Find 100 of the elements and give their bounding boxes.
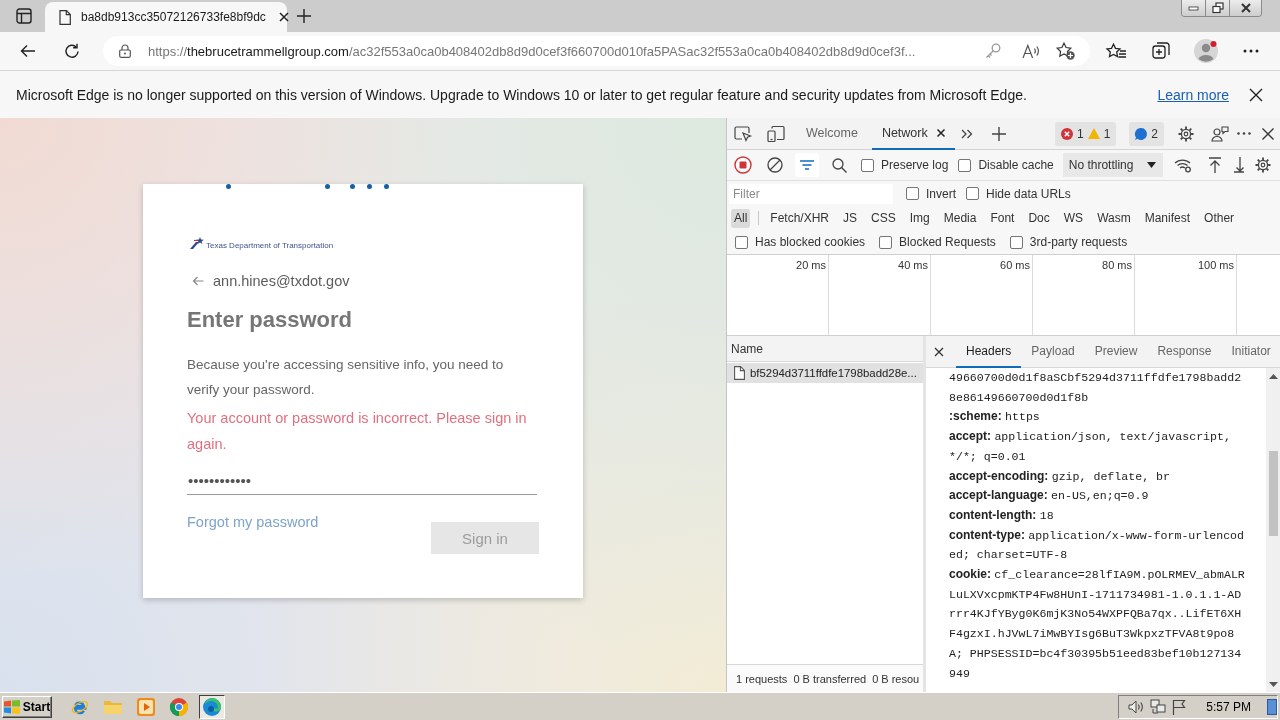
progress-dot-icon: [384, 184, 389, 189]
close-icon[interactable]: [1249, 87, 1263, 102]
windows-logo-icon: [3, 699, 20, 714]
checkbox[interactable]: [735, 235, 748, 249]
issue-counter-button[interactable]: 2: [1129, 121, 1164, 146]
checkbox-label: Blocked Requests: [899, 235, 996, 249]
upload-icon[interactable]: [1208, 157, 1223, 173]
issue-counter-button[interactable]: 1 1: [1054, 121, 1117, 146]
double-chevron-icon[interactable]: [960, 128, 973, 139]
caret-icon[interactable]: [1147, 162, 1157, 168]
type-filter-button[interactable]: Other: [1201, 208, 1238, 228]
inspect-icon[interactable]: [734, 125, 752, 142]
type-filter-button[interactable]: Wasm: [1094, 208, 1134, 228]
type-filter-button[interactable]: CSS: [868, 208, 899, 228]
checkbox-label: Invert: [926, 186, 956, 201]
checkbox-label: 3rd-party requests: [1029, 235, 1128, 249]
lock-icon[interactable]: [119, 44, 131, 58]
checkbox[interactable]: [966, 187, 979, 200]
filter-toggle-button[interactable]: [795, 153, 819, 177]
close-icon[interactable]: [1262, 127, 1274, 140]
unsupported-browser-message: Microsoft Edge is no longer supported on this version of Windows. Upgrade to Windows 10 or later to get regular feature and security updates from Microsoft Edge.: [16, 86, 1028, 103]
refresh-icon[interactable]: [64, 43, 80, 59]
timeline-tick-label: 20 ms: [796, 259, 826, 271]
checkbox[interactable]: [906, 187, 919, 200]
checkbox[interactable]: [861, 158, 874, 172]
close-icon[interactable]: [1240, 3, 1251, 13]
checkbox-label: Hide data URLs: [986, 186, 1071, 201]
favorites-star-icon[interactable]: [1106, 43, 1126, 59]
scroll-up-icon[interactable]: [1268, 374, 1278, 379]
type-filter-button[interactable]: JS: [840, 208, 861, 228]
plus-icon[interactable]: [991, 126, 1006, 141]
plus-icon[interactable]: [297, 9, 311, 23]
minimize-icon[interactable]: [1189, 6, 1198, 10]
back-arrow-icon[interactable]: [20, 44, 36, 58]
flag-icon[interactable]: [1172, 698, 1187, 715]
settings-icon[interactable]: [1178, 125, 1194, 142]
checkbox[interactable]: [1009, 235, 1023, 249]
type-filter-button[interactable]: WS: [1060, 208, 1087, 228]
checkbox[interactable]: [958, 158, 972, 172]
progress-dot-icon: [325, 184, 330, 189]
key-icon[interactable]: [985, 43, 1001, 59]
summary-text: 1 requests: [736, 672, 788, 685]
type-filter-button[interactable]: Doc: [1025, 208, 1053, 228]
warning-icon: [1087, 128, 1100, 139]
type-filter-button[interactable]: Font: [987, 208, 1018, 228]
start-button[interactable]: Start: [2, 695, 52, 718]
progress-dot-icon: [367, 184, 372, 189]
devtools-tab[interactable]: Welcome: [796, 118, 868, 150]
logo-icon: [190, 236, 204, 250]
filter-field[interactable]: Filter: [729, 183, 893, 204]
scroll-thumb[interactable]: [1268, 451, 1278, 536]
star-plus-icon[interactable]: [1055, 42, 1075, 60]
filter-icon[interactable]: [800, 160, 814, 170]
details-tab[interactable]: Headers: [956, 336, 1022, 368]
checkbox-label: Disable cache: [978, 158, 1054, 172]
more-icon[interactable]: [1243, 49, 1259, 53]
checkbox[interactable]: [879, 235, 893, 249]
download-icon[interactable]: [1234, 157, 1245, 173]
document-icon: [59, 9, 71, 25]
file-icon: [734, 366, 745, 380]
details-tab[interactable]: Response: [1147, 336, 1222, 368]
show-desktop-icon[interactable]: [1267, 698, 1277, 715]
more-icon[interactable]: [1237, 132, 1251, 135]
scroll-down-icon[interactable]: [1268, 682, 1278, 687]
request-row[interactable]: bf5294d3711ffdfe1798badd28e...: [727, 363, 923, 383]
throttling-dropdown[interactable]: No throttling: [1062, 153, 1164, 177]
close-icon[interactable]: [934, 346, 944, 357]
learn-more-link[interactable]: Learn more: [1157, 86, 1229, 103]
password-field[interactable]: ••••••••••••: [187, 466, 537, 495]
type-filter-button[interactable]: Img: [906, 208, 933, 228]
timeline-tick-label: 60 ms: [1000, 259, 1030, 271]
restore-icon[interactable]: [1212, 3, 1223, 13]
address-bar[interactable]: https://thebrucetrammellgroup.com/ac32f553a0ca0b408402db8d9d0cef3f660700d010fa5PASac32f553a0ca0b408402db8d9d0cef3f...: [103, 36, 1090, 66]
browser-tab[interactable]: ba8db913cc35072126733fe8bf9dc: [45, 2, 287, 32]
details-tab[interactable]: Payload: [1021, 336, 1085, 368]
type-filter-button[interactable]: Manifest: [1141, 208, 1194, 228]
details-tab[interactable]: Preview: [1084, 336, 1148, 368]
restore-button[interactable]: [1206, 0, 1230, 16]
type-filter-button[interactable]: All: [731, 208, 751, 228]
close-window-button[interactable]: [1230, 0, 1261, 16]
logo-text: Texas Department of Transportation: [206, 240, 334, 250]
network-icon[interactable]: [1150, 698, 1167, 715]
scrollbar[interactable]: [1266, 368, 1280, 692]
tab-actions-icon[interactable]: [16, 8, 32, 24]
avatar-icon[interactable]: [1194, 39, 1218, 63]
collections-icon[interactable]: [1152, 42, 1170, 60]
volume-icon[interactable]: [1128, 699, 1145, 714]
timeline-tick-label: 80 ms: [1102, 259, 1132, 271]
header-entry: :scheme: https: [949, 408, 1041, 426]
summary-text: 0 B transferred: [793, 672, 867, 685]
type-filter-button[interactable]: Media: [940, 208, 980, 228]
clock: 5:57 PM: [1206, 699, 1251, 714]
timeline-tick-label: 40 ms: [898, 259, 928, 271]
device-icon[interactable]: [767, 125, 785, 142]
read-aloud-icon[interactable]: [1022, 43, 1040, 59]
close-icon[interactable]: [936, 129, 945, 137]
timeline-tick-label: 100 ms: [1197, 259, 1234, 271]
checkbox-label: Has blocked cookies: [755, 235, 866, 249]
details-tab[interactable]: Initiator: [1221, 336, 1280, 368]
type-filter-button[interactable]: Fetch/XHR: [767, 208, 833, 228]
